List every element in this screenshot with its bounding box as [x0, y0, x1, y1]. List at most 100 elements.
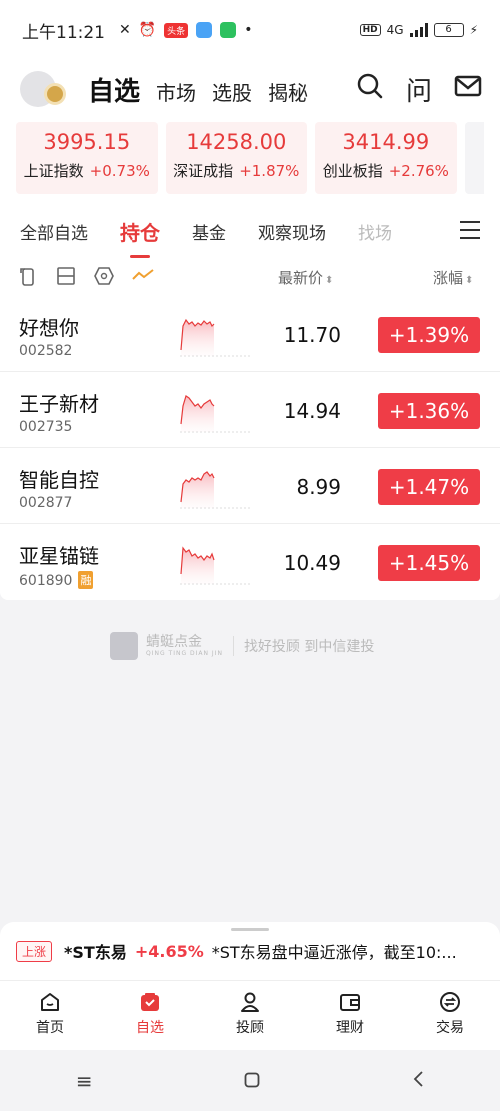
- stock-change-badge[interactable]: +1.45%: [378, 545, 480, 581]
- back-icon[interactable]: [412, 1069, 424, 1093]
- brand-name-en: QING TING DIAN JIN: [146, 650, 223, 657]
- wallet-icon: [300, 991, 400, 1017]
- trend-icon[interactable]: [132, 267, 154, 287]
- index-cards: 3995.15 上证指数 +0.73% 14258.00 深证成指 +1.87% 3…: [0, 118, 500, 204]
- column-change-header[interactable]: 涨幅 ⬍: [433, 267, 473, 288]
- stock-row[interactable]: 好想你 002582 11.70 +1.39%: [0, 296, 500, 372]
- nav-market[interactable]: 市场: [156, 77, 196, 106]
- signal-icon: [409, 23, 428, 37]
- mail-icon[interactable]: [454, 74, 482, 105]
- avatar[interactable]: [18, 69, 68, 109]
- rise-tag: 上涨: [16, 940, 53, 962]
- index-value: 3414.99: [342, 130, 430, 154]
- index-name: 上证指数: [23, 162, 84, 180]
- battery-level: 6: [445, 24, 452, 35]
- brand-name-cn: 蜻蜓点金: [146, 634, 202, 650]
- index-card-cyb[interactable]: 3414.99 创业板指 +2.76%: [315, 122, 457, 194]
- index-name: 深证成指: [173, 162, 234, 180]
- stock-row[interactable]: 智能自控 002877 8.99 +1.47%: [0, 448, 500, 524]
- brand-name: 蜻蜓点金 QING TING DIAN JIN: [146, 634, 223, 658]
- stock-change-badge[interactable]: +1.36%: [378, 393, 480, 429]
- stock-price: 10.49: [283, 551, 341, 575]
- list-toolbar: 最新价 ⬍ 涨幅 ⬍: [0, 258, 500, 296]
- bottom-nav-watchlist[interactable]: 自选: [100, 981, 200, 1050]
- stock-change-badge[interactable]: +1.39%: [378, 317, 480, 353]
- sparkline-chart: [180, 546, 250, 585]
- nav-watchlist[interactable]: 自选: [88, 71, 140, 108]
- header-actions: 问: [356, 71, 482, 108]
- home-button-icon[interactable]: [244, 1069, 260, 1093]
- index-value: 3995.15: [43, 130, 131, 154]
- tab-holdings[interactable]: 持仓: [120, 217, 160, 258]
- search-icon[interactable]: [356, 72, 384, 107]
- stock-price: 8.99: [296, 475, 341, 499]
- index-card-sz[interactable]: 14258.00 深证成指 +1.87%: [165, 122, 308, 194]
- trade-icon: [400, 991, 500, 1017]
- stock-code-text: 601890: [19, 573, 73, 589]
- tab-observe[interactable]: 观察现场: [258, 219, 326, 244]
- dragonfly-logo-icon: [110, 632, 138, 660]
- index-card-more[interactable]: [464, 122, 484, 194]
- brand-watermark: 蜻蜓点金 QING TING DIAN JIN 找好投顾 到中信建投: [110, 628, 390, 664]
- drag-handle[interactable]: [231, 928, 269, 931]
- index-card-sh[interactable]: 3995.15 上证指数 +0.73%: [16, 122, 158, 194]
- hd-icon: HD: [359, 24, 381, 36]
- stock-price: 14.94: [283, 399, 341, 423]
- sort-icon: ⬍: [465, 274, 474, 286]
- bottom-nav-label: 自选: [136, 1020, 164, 1036]
- news-ticker[interactable]: 上涨 *ST东易 +4.65% *ST东易盘中逼近涨停，截至10:...: [0, 922, 500, 980]
- tab-more[interactable]: 找场: [358, 219, 392, 244]
- watchlist-icon: [100, 991, 200, 1017]
- recent-apps-icon[interactable]: ≡: [76, 1069, 93, 1093]
- phone-sync-icon[interactable]: [18, 267, 38, 287]
- column-price-header[interactable]: 最新价 ⬍: [278, 267, 333, 288]
- stock-change-badge[interactable]: +1.47%: [378, 469, 480, 505]
- stock-row[interactable]: 亚星锚链 601890 融 10.49 +1.45%: [0, 524, 500, 600]
- stock-row[interactable]: 王子新材 002735 14.94 +1.36%: [0, 372, 500, 448]
- network-label: 4G: [386, 23, 404, 37]
- battery-icon: 6: [433, 23, 464, 37]
- status-bar: 上午11:21 ✕ ⏰ 头条 • HD 4G 6 ⚡: [0, 0, 500, 60]
- wechat-icon: [220, 22, 237, 38]
- bottom-nav-wealth[interactable]: 理财: [300, 981, 400, 1050]
- ask-icon[interactable]: 问: [406, 71, 432, 108]
- bottom-nav-label: 理财: [336, 1020, 364, 1036]
- main-nav: 自选 市场 选股 揭秘: [88, 71, 308, 108]
- stock-name: 亚星锚链: [19, 544, 99, 568]
- app-icon: [196, 22, 213, 38]
- stock-list: 好想你 002582 11.70 +1.39% 王子新材 002735 14.9…: [0, 296, 500, 600]
- index-pct: +0.73%: [89, 162, 150, 180]
- brand-slogan: 找好投顾 到中信建投: [243, 639, 375, 655]
- index-pct: +1.87%: [239, 162, 300, 180]
- hexagon-icon[interactable]: [94, 267, 114, 287]
- column-price-label: 最新价: [278, 268, 324, 287]
- stock-code: 002735: [19, 419, 73, 435]
- stock-code: 002582: [19, 343, 73, 359]
- bottom-nav-advisor[interactable]: 投顾: [200, 981, 300, 1050]
- coin-icon: [44, 83, 66, 105]
- bottom-nav: 首页 自选 投顾 理财 交易: [0, 980, 500, 1050]
- divider: [232, 636, 234, 656]
- nav-stock-picker[interactable]: 选股: [212, 77, 252, 106]
- stock-price: 11.70: [283, 323, 341, 347]
- stock-name: 王子新材: [19, 392, 99, 416]
- stock-code: 601890 融: [19, 571, 94, 589]
- sort-icon: ⬍: [325, 274, 334, 286]
- margin-badge: 融: [78, 571, 94, 589]
- menu-icon[interactable]: [460, 221, 480, 245]
- stock-name: 好想你: [19, 316, 79, 340]
- toutiao-badge: 头条: [164, 22, 189, 38]
- home-icon: [0, 991, 100, 1017]
- system-nav-bar: ≡: [0, 1050, 500, 1111]
- layout-icon[interactable]: [56, 267, 76, 287]
- top-header: 自选 市场 选股 揭秘 问: [0, 60, 500, 118]
- tab-all[interactable]: 全部自选: [20, 219, 88, 244]
- sparkline-chart: [180, 471, 250, 509]
- bottom-nav-label: 投顾: [236, 1020, 264, 1036]
- bottom-nav-trade[interactable]: 交易: [400, 981, 500, 1050]
- sparkline-chart: [180, 395, 250, 433]
- bottom-nav-home[interactable]: 首页: [0, 981, 100, 1050]
- sparkline-chart: [180, 318, 250, 357]
- tab-funds[interactable]: 基金: [192, 219, 226, 244]
- nav-reveal[interactable]: 揭秘: [268, 77, 308, 106]
